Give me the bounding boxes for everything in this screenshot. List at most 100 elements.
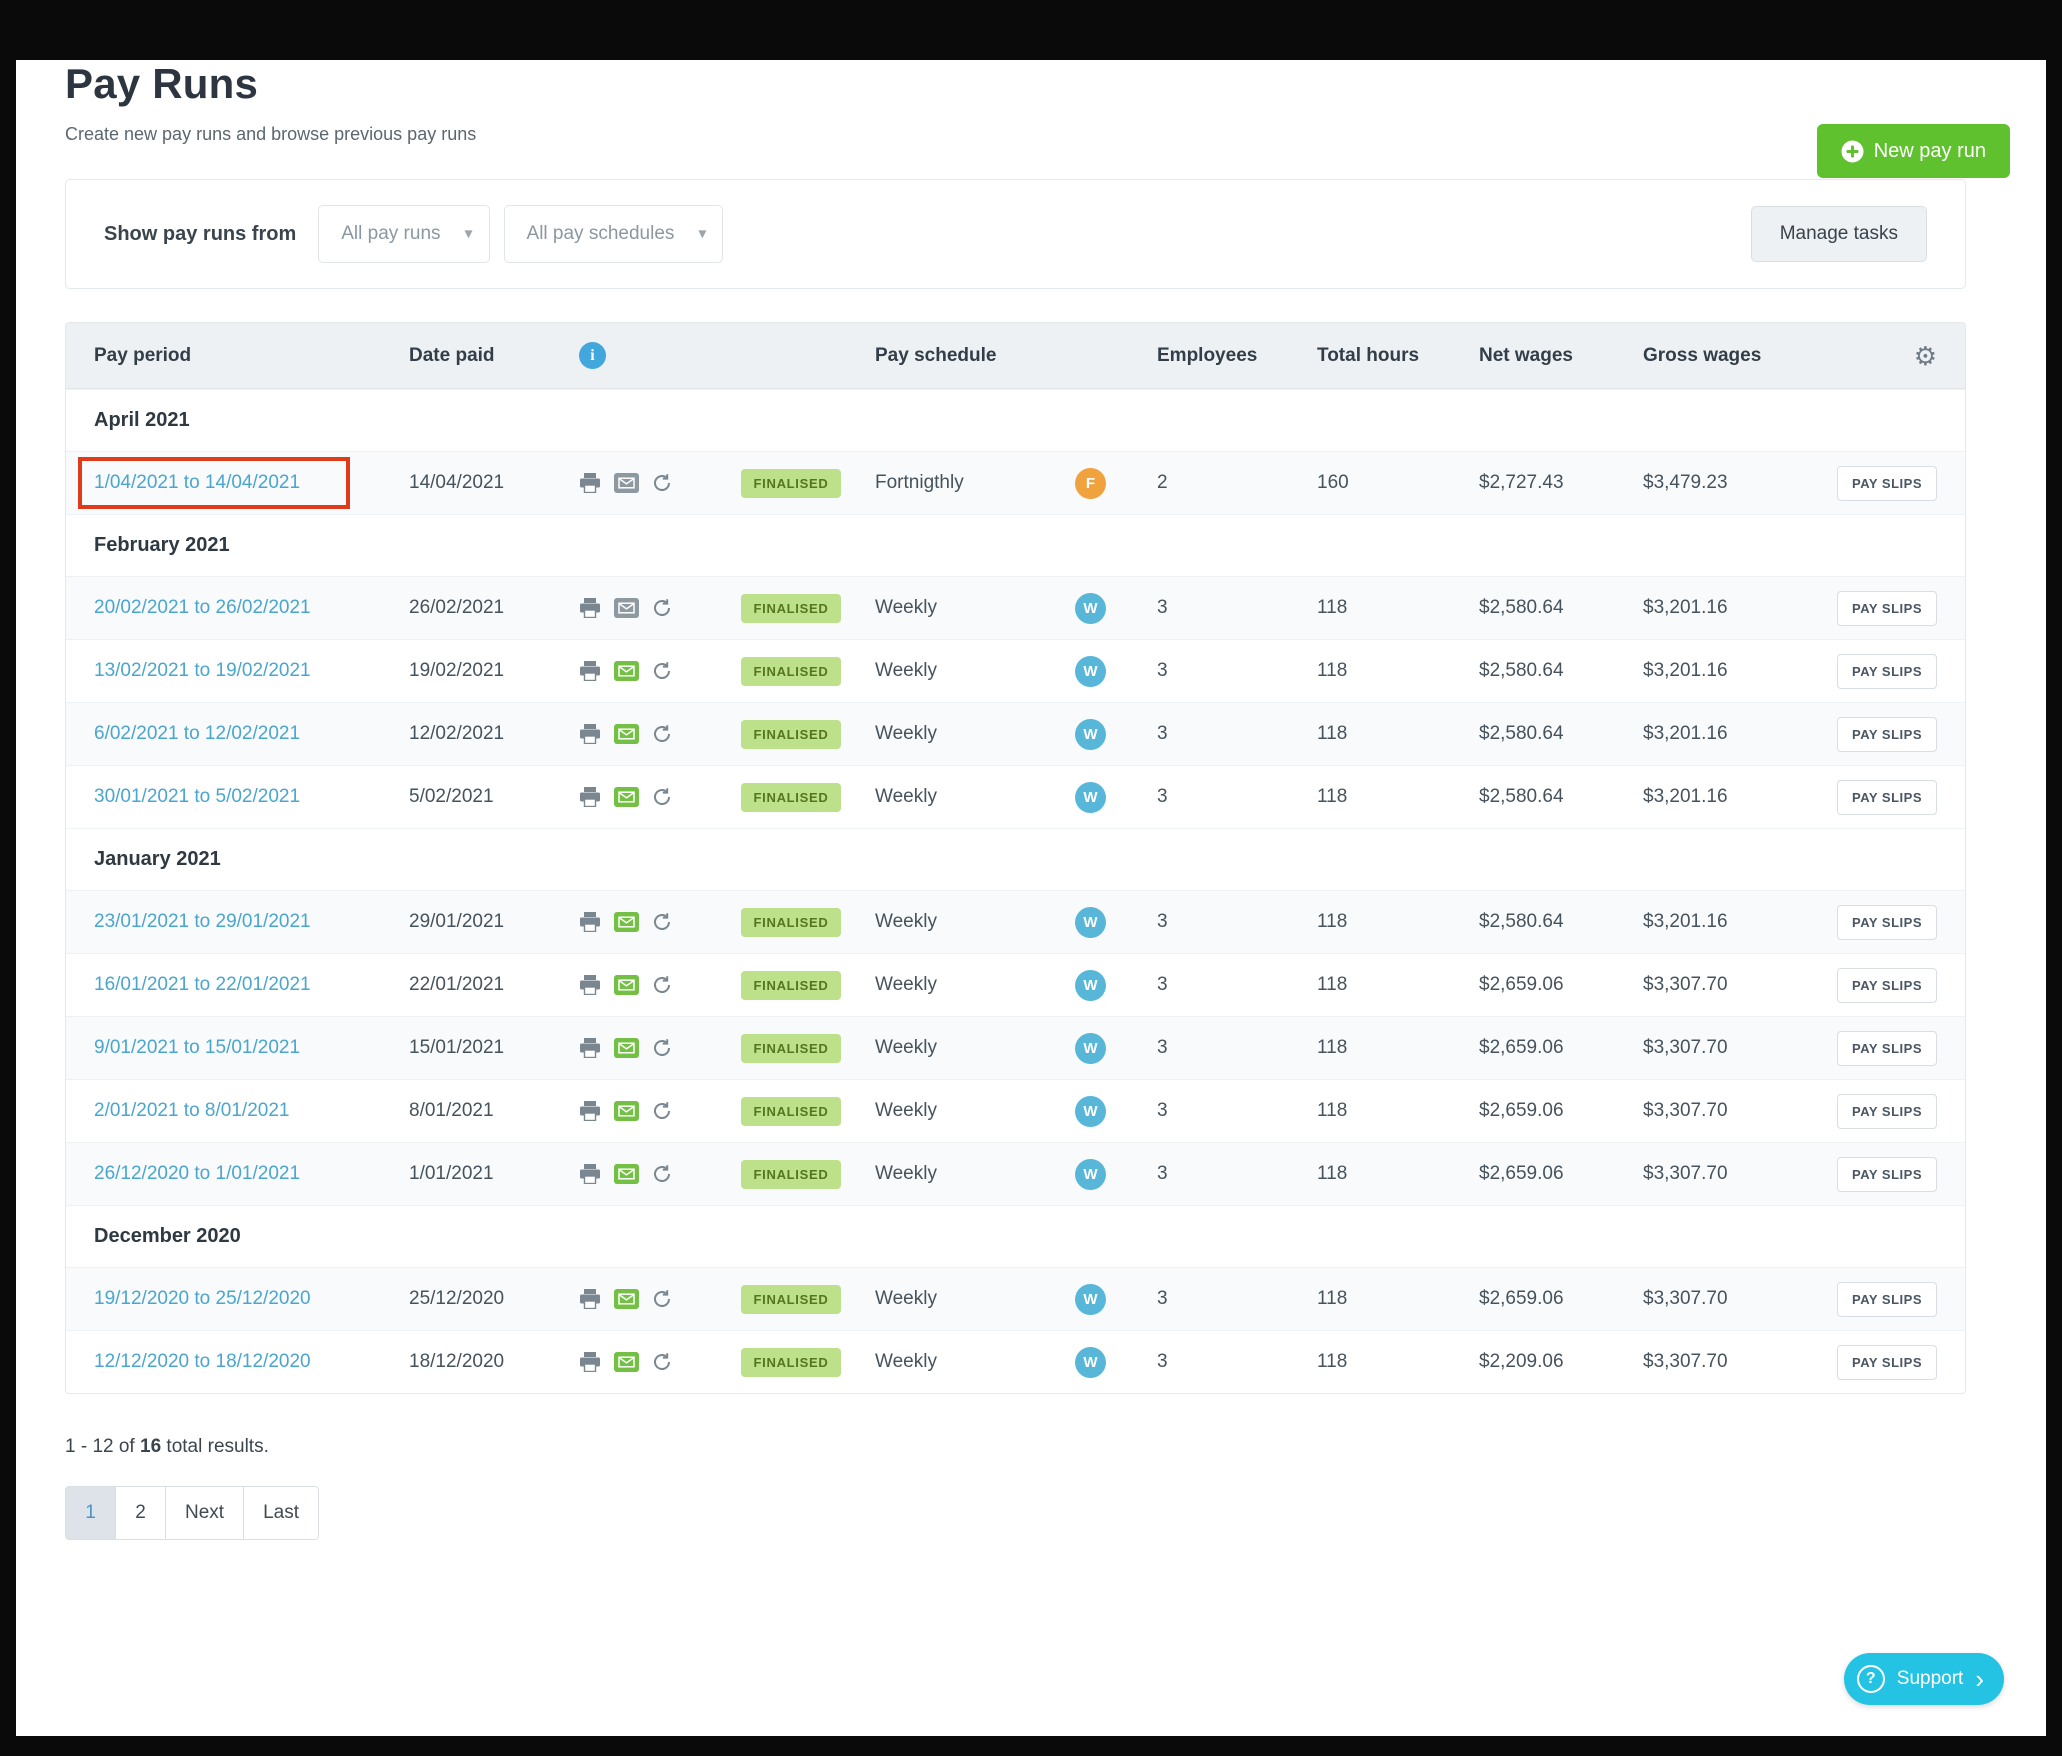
payslips-button[interactable]: PAY SLIPS: [1837, 654, 1937, 689]
printer-icon[interactable]: [579, 724, 601, 744]
email-icon[interactable]: [614, 598, 639, 618]
table-header-row: Pay period Date paid Pay schedule Employ…: [66, 323, 1965, 389]
date-paid: 5/02/2021: [409, 786, 494, 807]
refresh-icon[interactable]: [652, 1101, 672, 1121]
employees: 2: [1157, 472, 1317, 494]
page-2-button[interactable]: 2: [115, 1486, 166, 1540]
payslips-button[interactable]: PAY SLIPS: [1837, 780, 1937, 815]
printer-icon[interactable]: [579, 912, 601, 932]
net-wages: $2,580.64: [1479, 786, 1643, 808]
new-pay-run-button[interactable]: New pay run: [1817, 124, 2010, 178]
group-label: February 2021: [94, 534, 230, 557]
payslips-button[interactable]: PAY SLIPS: [1837, 1282, 1937, 1317]
email-icon[interactable]: [614, 912, 639, 932]
col-net-wages: Net wages: [1479, 345, 1643, 367]
pay-runs-filter-value: All pay runs: [341, 223, 440, 245]
refresh-icon[interactable]: [652, 473, 672, 493]
email-icon[interactable]: [614, 1352, 639, 1372]
employees: 3: [1157, 1037, 1317, 1059]
refresh-icon[interactable]: [652, 1164, 672, 1184]
email-icon[interactable]: [614, 724, 639, 744]
pay-period-link[interactable]: 26/12/2020 to 1/01/2021: [94, 1163, 300, 1184]
payslips-button[interactable]: PAY SLIPS: [1837, 1031, 1937, 1066]
pay-period-link[interactable]: 2/01/2021 to 8/01/2021: [94, 1100, 289, 1121]
filter-label: Show pay runs from: [104, 223, 296, 246]
email-icon[interactable]: [614, 1289, 639, 1309]
payslips-button[interactable]: PAY SLIPS: [1837, 1345, 1937, 1380]
pay-period-link[interactable]: 23/01/2021 to 29/01/2021: [94, 911, 311, 932]
payslips-button[interactable]: PAY SLIPS: [1837, 1157, 1937, 1192]
last-page-button[interactable]: Last: [243, 1486, 319, 1540]
printer-icon[interactable]: [579, 473, 601, 493]
pay-period-link[interactable]: 20/02/2021 to 26/02/2021: [94, 597, 311, 618]
employees: 3: [1157, 597, 1317, 619]
refresh-icon[interactable]: [652, 1289, 672, 1309]
schedule-badge-icon: W: [1075, 907, 1106, 938]
refresh-icon[interactable]: [652, 975, 672, 995]
employees: 3: [1157, 1163, 1317, 1185]
total-hours: 118: [1317, 911, 1479, 933]
pay-period-link[interactable]: 13/02/2021 to 19/02/2021: [94, 660, 311, 681]
email-icon[interactable]: [614, 975, 639, 995]
payslips-button[interactable]: PAY SLIPS: [1837, 905, 1937, 940]
pay-period-link[interactable]: 9/01/2021 to 15/01/2021: [94, 1037, 300, 1058]
email-icon[interactable]: [614, 787, 639, 807]
refresh-icon[interactable]: [652, 724, 672, 744]
payslips-button[interactable]: PAY SLIPS: [1837, 968, 1937, 1003]
pay-period-link[interactable]: 12/12/2020 to 18/12/2020: [94, 1351, 311, 1372]
pay-period-link[interactable]: 6/02/2021 to 12/02/2021: [94, 723, 300, 744]
pay-runs-filter-dropdown[interactable]: All pay runs: [318, 205, 489, 263]
pay-schedules-filter-dropdown[interactable]: All pay schedules: [504, 205, 724, 263]
printer-icon[interactable]: [579, 598, 601, 618]
employees: 3: [1157, 1288, 1317, 1310]
schedule-badge-icon: W: [1075, 1159, 1106, 1190]
payslips-button[interactable]: PAY SLIPS: [1837, 466, 1937, 501]
chevron-down-icon: [698, 224, 706, 244]
pay-period-link[interactable]: 30/01/2021 to 5/02/2021: [94, 786, 300, 807]
gross-wages: $3,201.16: [1643, 786, 1833, 808]
pay-period-link[interactable]: 1/04/2021 to 14/04/2021: [94, 472, 300, 493]
support-button[interactable]: Support: [1844, 1653, 2004, 1705]
payslips-button[interactable]: PAY SLIPS: [1837, 1094, 1937, 1129]
schedule-badge-icon: F: [1075, 468, 1106, 499]
manage-tasks-button[interactable]: Manage tasks: [1751, 206, 1927, 262]
email-icon[interactable]: [614, 1038, 639, 1058]
total-hours: 118: [1317, 1288, 1479, 1310]
employees: 3: [1157, 660, 1317, 682]
email-icon[interactable]: [614, 473, 639, 493]
printer-icon[interactable]: [579, 1101, 601, 1121]
refresh-icon[interactable]: [652, 661, 672, 681]
email-icon[interactable]: [614, 661, 639, 681]
page-1-button[interactable]: 1: [65, 1486, 116, 1540]
refresh-icon[interactable]: [652, 598, 672, 618]
status-badge: FINALISED: [741, 783, 842, 812]
schedule-badge-icon: W: [1075, 1284, 1106, 1315]
email-icon[interactable]: [614, 1101, 639, 1121]
refresh-icon[interactable]: [652, 1352, 672, 1372]
printer-icon[interactable]: [579, 661, 601, 681]
table-body: April 2021 1/04/2021 to 14/04/2021 14/04…: [66, 389, 1965, 1393]
gross-wages: $3,201.16: [1643, 911, 1833, 933]
refresh-icon[interactable]: [652, 787, 672, 807]
payslips-button[interactable]: PAY SLIPS: [1837, 717, 1937, 752]
pay-period-link[interactable]: 19/12/2020 to 25/12/2020: [94, 1288, 311, 1309]
status-badge: FINALISED: [741, 1285, 842, 1314]
printer-icon[interactable]: [579, 975, 601, 995]
payslips-button[interactable]: PAY SLIPS: [1837, 591, 1937, 626]
next-page-button[interactable]: Next: [165, 1486, 244, 1540]
schedule-badge-icon: W: [1075, 656, 1106, 687]
table-settings-gear-icon[interactable]: [1914, 343, 1937, 369]
refresh-icon[interactable]: [652, 912, 672, 932]
printer-icon[interactable]: [579, 1352, 601, 1372]
total-hours: 160: [1317, 472, 1479, 494]
email-icon[interactable]: [614, 1164, 639, 1184]
printer-icon[interactable]: [579, 787, 601, 807]
info-icon[interactable]: [579, 342, 606, 369]
printer-icon[interactable]: [579, 1164, 601, 1184]
gross-wages: $3,307.70: [1643, 1163, 1833, 1185]
refresh-icon[interactable]: [652, 1038, 672, 1058]
printer-icon[interactable]: [579, 1289, 601, 1309]
gross-wages: $3,201.16: [1643, 723, 1833, 745]
printer-icon[interactable]: [579, 1038, 601, 1058]
pay-period-link[interactable]: 16/01/2021 to 22/01/2021: [94, 974, 311, 995]
